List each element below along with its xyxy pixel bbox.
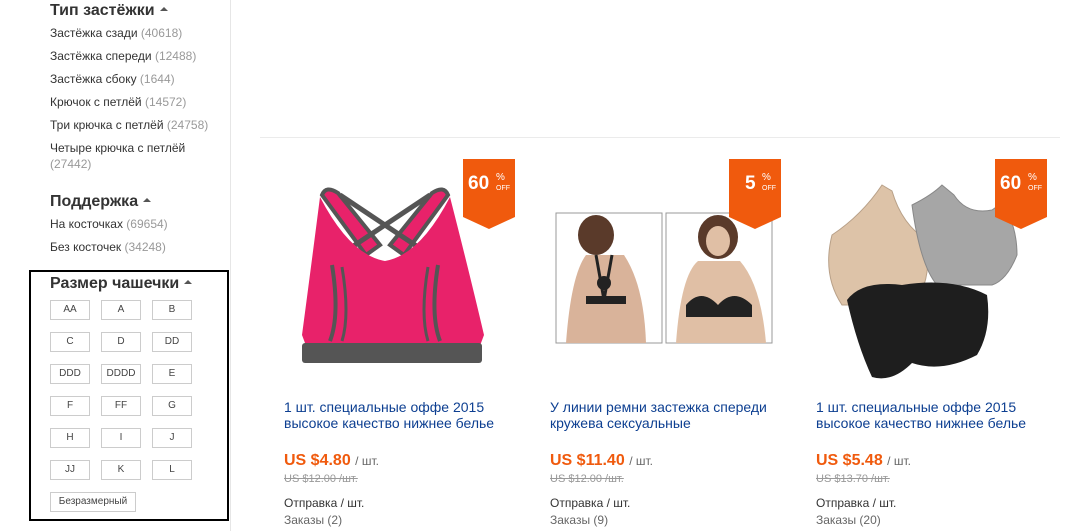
- product-price: US $5.48 / шт.: [816, 452, 911, 470]
- discount-off: OFF: [496, 185, 510, 192]
- discount-percent: %: [762, 172, 771, 183]
- cup-size-button[interactable]: FF: [101, 396, 141, 416]
- cup-size-button[interactable]: K: [101, 460, 141, 480]
- cup-size-button[interactable]: C: [50, 332, 90, 352]
- collapse-caret-icon: [159, 6, 168, 11]
- filter-count: (12488): [154, 49, 197, 63]
- filter-count: (69654): [126, 217, 168, 231]
- discount-percent: %: [496, 172, 505, 183]
- cup-size-button[interactable]: DD: [152, 332, 192, 352]
- original-price: US $12.00 /шт.: [284, 473, 358, 485]
- price-value: US $5.48: [816, 452, 883, 469]
- collapse-caret-icon: [143, 197, 152, 202]
- cup-size-button[interactable]: H: [50, 428, 90, 448]
- product-title-link[interactable]: У линии ремни застежка спереди кружева с…: [550, 399, 775, 431]
- cup-size-button[interactable]: AA: [50, 300, 90, 320]
- cup-size-button[interactable]: B: [152, 300, 192, 320]
- cup-size-button[interactable]: E: [152, 364, 192, 384]
- cup-size-button[interactable]: G: [152, 396, 192, 416]
- price-unit: / шт.: [887, 454, 911, 468]
- filter-label: Застёжка сзади: [50, 26, 138, 40]
- product-card: 60 % OFF 1 шт. специальные оффе 2015 выс…: [260, 155, 515, 531]
- support-heading[interactable]: Поддержка: [50, 193, 152, 211]
- product-price: US $11.40 / шт.: [550, 452, 653, 470]
- product-title-link[interactable]: 1 шт. специальные оффе 2015 высокое каче…: [816, 399, 1041, 431]
- discount-off: OFF: [762, 185, 776, 192]
- cup-size-button[interactable]: JJ: [50, 460, 90, 480]
- cup-size-button[interactable]: J: [152, 428, 192, 448]
- shipping-info: Отправка / шт.: [284, 496, 365, 510]
- product-card: 60 % OFF 1 шт. специальные оффе 2015 выс…: [792, 155, 1047, 531]
- content-divider: [260, 137, 1060, 138]
- shipping-info: Отправка / шт.: [550, 496, 631, 510]
- product-title-link[interactable]: 1 шт. специальные оффе 2015 высокое каче…: [284, 399, 509, 431]
- filter-underwire[interactable]: На косточках (69654): [50, 216, 225, 232]
- discount-value: 60: [468, 173, 490, 194]
- filter-label: Застёжка сбоку: [50, 72, 137, 86]
- product-price: US $4.80 / шт.: [284, 452, 379, 470]
- filter-count: (27442): [50, 157, 92, 171]
- filter-label: Четыре крючка с петлёй: [50, 141, 186, 155]
- price-value: US $4.80: [284, 452, 351, 469]
- discount-value: 60: [1000, 173, 1022, 194]
- filter-clasp-three-hooks[interactable]: Три крючка с петлёй (24758): [50, 117, 225, 133]
- discount-badge: 5 % OFF: [729, 159, 781, 229]
- filter-clasp-hook-eye[interactable]: Крючок с петлёй (14572): [50, 94, 225, 110]
- filter-label: Крючок с петлёй: [50, 95, 142, 109]
- cup-size-button[interactable]: L: [152, 460, 192, 480]
- filter-clasp-four-hooks[interactable]: Четыре крючка с петлёй (27442): [50, 140, 210, 172]
- original-price: US $12.00 /шт.: [550, 473, 624, 485]
- cup-size-button[interactable]: A: [101, 300, 141, 320]
- cup-size-button[interactable]: D: [101, 332, 141, 352]
- filter-label: На косточках: [50, 217, 123, 231]
- price-value: US $11.40: [550, 452, 625, 469]
- orders-count[interactable]: Заказы (9): [550, 513, 608, 527]
- cup-size-button[interactable]: I: [101, 428, 141, 448]
- filter-clasp-back[interactable]: Застёжка сзади (40618): [50, 25, 225, 41]
- clasp-type-heading[interactable]: Тип застёжки: [50, 2, 168, 20]
- shipping-info: Отправка / шт.: [816, 496, 897, 510]
- cup-size-button[interactable]: F: [50, 396, 90, 416]
- filter-wire-free[interactable]: Без косточек (34248): [50, 239, 225, 255]
- cup-size-button[interactable]: DDDD: [101, 364, 141, 384]
- discount-badge: 60 % OFF: [995, 159, 1047, 229]
- filter-clasp-side[interactable]: Застёжка сбоку (1644): [50, 71, 225, 87]
- discount-value: 5: [745, 173, 756, 194]
- cup-size-button[interactable]: DDD: [50, 364, 90, 384]
- filter-label: Три крючка с петлёй: [50, 118, 164, 132]
- discount-badge: 60 % OFF: [463, 159, 515, 229]
- product-card: 5 % OFF У линии ремни застежка спереди к…: [526, 155, 781, 531]
- support-title: Поддержка: [50, 193, 139, 210]
- orders-count[interactable]: Заказы (2): [284, 513, 342, 527]
- filter-count: (40618): [140, 26, 183, 40]
- filter-count: (34248): [124, 240, 166, 254]
- filter-label: Без косточек: [50, 240, 122, 254]
- discount-off: OFF: [1028, 185, 1042, 192]
- discount-percent: %: [1028, 172, 1037, 183]
- filter-label: Застёжка спереди: [50, 49, 152, 63]
- orders-count[interactable]: Заказы (20): [816, 513, 881, 527]
- no-size-button[interactable]: Безразмерный: [50, 492, 136, 512]
- filter-clasp-front[interactable]: Застёжка спереди (12488): [50, 48, 225, 64]
- filter-count: (1644): [139, 72, 175, 86]
- price-unit: / шт.: [355, 454, 379, 468]
- original-price: US $13.70 /шт.: [816, 473, 890, 485]
- filter-count: (14572): [144, 95, 187, 109]
- filter-count: (24758): [166, 118, 209, 132]
- price-unit: / шт.: [629, 454, 653, 468]
- clasp-type-title: Тип застёжки: [50, 2, 155, 19]
